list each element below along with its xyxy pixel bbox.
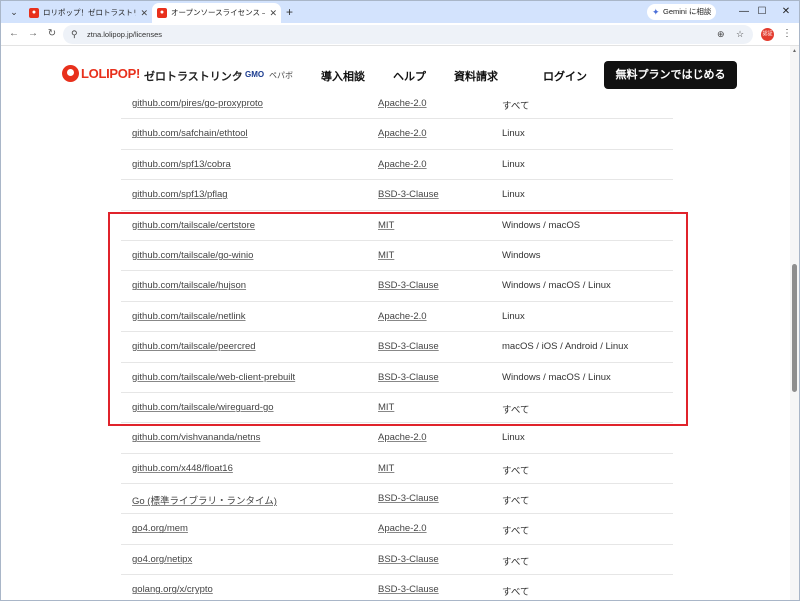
table-row: go4.org/netipx BSD-3-Clause すべて xyxy=(121,545,673,576)
url-text[interactable]: ztna.lolipop.jp/licenses xyxy=(87,25,162,44)
license-link[interactable]: Apache-2.0 xyxy=(378,159,427,170)
license-link[interactable]: Apache-2.0 xyxy=(378,98,427,109)
package-link[interactable]: github.com/pires/go-proxyproto xyxy=(132,98,263,109)
minimize-button[interactable]: — xyxy=(736,4,752,20)
table-row: github.com/pires/go-proxyproto Apache-2.0… xyxy=(121,89,673,120)
platform-text: Linux xyxy=(502,432,525,444)
license-link[interactable]: Apache-2.0 xyxy=(378,523,427,534)
table-row: github.com/safchain/ethtool Apache-2.0 Lin… xyxy=(121,119,673,150)
scroll-thumb[interactable] xyxy=(792,264,797,392)
license-link[interactable]: Apache-2.0 xyxy=(378,432,427,443)
platform-text: すべて xyxy=(502,587,530,599)
back-arrow-icon[interactable]: ← xyxy=(7,26,21,42)
table-row: github.com/spf13/pflag BSD-3-Clause Linux xyxy=(121,180,673,211)
table-row: github.com/x448/float16 MIT すべて xyxy=(121,454,673,485)
logo-text[interactable]: LOLIPOP! xyxy=(81,66,140,81)
address-bar[interactable]: ⚲ ztna.lolipop.jp/licenses ⊕ ☆ xyxy=(63,25,753,44)
tab-licenses[interactable]: ● オープンソースライセンス — ロリポップ！ ✕ xyxy=(152,3,281,23)
close-window-button[interactable]: ✕ xyxy=(778,4,794,20)
nav-help[interactable]: ヘルプ xyxy=(393,68,426,84)
reload-icon[interactable]: ↻ xyxy=(45,26,59,42)
platform-text: すべて xyxy=(502,465,530,477)
logo-gmo: GMO xyxy=(245,70,265,79)
gemini-label: Gemini に相談 xyxy=(663,7,712,16)
table-row: go4.org/mem Apache-2.0 すべて xyxy=(121,514,673,545)
license-link[interactable]: BSD-3-Clause xyxy=(378,584,439,595)
profile-avatar[interactable]: 認証 xyxy=(761,28,774,41)
maximize-button[interactable]: ☐ xyxy=(754,4,770,20)
highlight-box xyxy=(108,212,688,426)
table-row: golang.org/x/crypto BSD-3-Clause すべて xyxy=(121,575,673,600)
scroll-up-arrow-icon[interactable]: ▲ xyxy=(790,48,799,54)
forward-arrow-icon[interactable]: → xyxy=(26,26,40,42)
tab-search-icon[interactable]: ⌄ xyxy=(7,6,21,19)
logo-by: by xyxy=(236,72,242,78)
lolipop-logo-icon[interactable] xyxy=(62,65,79,82)
free-plan-button[interactable]: 無料プランではじめる xyxy=(604,61,737,89)
platform-text: すべて xyxy=(502,526,530,538)
nav-consultation[interactable]: 導入相談 xyxy=(321,68,365,84)
package-link[interactable]: github.com/vishvananda/netns xyxy=(132,432,260,443)
tab-title: ロリポップ！ゼロトラストリンク byGM xyxy=(43,8,136,17)
tab-lolipop-top[interactable]: ● ロリポップ！ゼロトラストリンク byGM ✕ xyxy=(24,3,152,23)
package-link[interactable]: go4.org/netipx xyxy=(132,554,192,565)
site-info-icon[interactable]: ⚲ xyxy=(71,25,78,44)
page-scrollbar[interactable]: ▲ xyxy=(790,46,799,600)
bookmark-star-icon[interactable]: ☆ xyxy=(736,25,744,44)
package-link[interactable]: github.com/spf13/pflag xyxy=(132,189,228,200)
package-link[interactable]: github.com/safchain/ethtool xyxy=(132,128,248,139)
license-link[interactable]: MIT xyxy=(378,463,394,474)
platform-text: Linux xyxy=(502,189,525,201)
browser-window: ⌄ ● ロリポップ！ゼロトラストリンク byGM ✕ ● オープンソースライセン… xyxy=(0,0,800,601)
table-row: github.com/spf13/cobra Apache-2.0 Linux xyxy=(121,150,673,181)
nav-login[interactable]: ログイン xyxy=(543,68,587,84)
tab-strip: ⌄ ● ロリポップ！ゼロトラストリンク byGM ✕ ● オープンソースライセン… xyxy=(1,1,799,23)
close-tab-icon[interactable]: ✕ xyxy=(140,3,148,23)
logo-pepabo: ペパボ xyxy=(269,71,293,80)
table-row: github.com/vishvananda/netns Apache-2.0 Li… xyxy=(121,423,673,454)
nav-documents[interactable]: 資料請求 xyxy=(454,68,498,84)
gemini-sparkle-icon: ✦ xyxy=(652,7,660,17)
table-row: Go (標準ライブラリ・ランタイム) BSD-3-Clause すべて xyxy=(121,484,673,515)
license-link[interactable]: BSD-3-Clause xyxy=(378,189,439,200)
package-link[interactable]: github.com/x448/float16 xyxy=(132,463,233,474)
lolipop-favicon-icon: ● xyxy=(29,8,39,18)
platform-text: Linux xyxy=(502,128,525,140)
license-link[interactable]: BSD-3-Clause xyxy=(378,493,439,504)
platform-text: Linux xyxy=(502,158,525,170)
gemini-button[interactable]: ✦ Gemini に相談 xyxy=(647,4,716,20)
zoom-icon[interactable]: ⊕ xyxy=(717,25,725,44)
new-tab-button[interactable]: + xyxy=(286,4,293,20)
close-tab-icon[interactable]: ✕ xyxy=(269,3,277,23)
browser-toolbar: ← → ↻ ⚲ ztna.lolipop.jp/licenses ⊕ ☆ 認証 … xyxy=(1,23,799,46)
platform-text: すべて xyxy=(502,496,530,508)
site-header: LOLIPOP! ゼロトラストリンク by GMO ペパボ 導入相談 ヘルプ 資… xyxy=(1,46,799,95)
package-link[interactable]: Go (標準ライブラリ・ランタイム) xyxy=(132,493,277,507)
platform-text: すべて xyxy=(502,556,530,568)
logo-subtitle[interactable]: ゼロトラストリンク xyxy=(144,68,243,84)
license-link[interactable]: BSD-3-Clause xyxy=(378,554,439,565)
license-link[interactable]: Apache-2.0 xyxy=(378,128,427,139)
lolipop-favicon-icon: ● xyxy=(157,8,167,18)
more-menu-icon[interactable]: ⋮ xyxy=(782,26,792,42)
package-link[interactable]: github.com/spf13/cobra xyxy=(132,159,231,170)
package-link[interactable]: go4.org/mem xyxy=(132,523,188,534)
package-link[interactable]: golang.org/x/crypto xyxy=(132,584,213,595)
tab-title: オープンソースライセンス — ロリポップ！ xyxy=(171,8,265,17)
platform-text: すべて xyxy=(502,101,530,112)
